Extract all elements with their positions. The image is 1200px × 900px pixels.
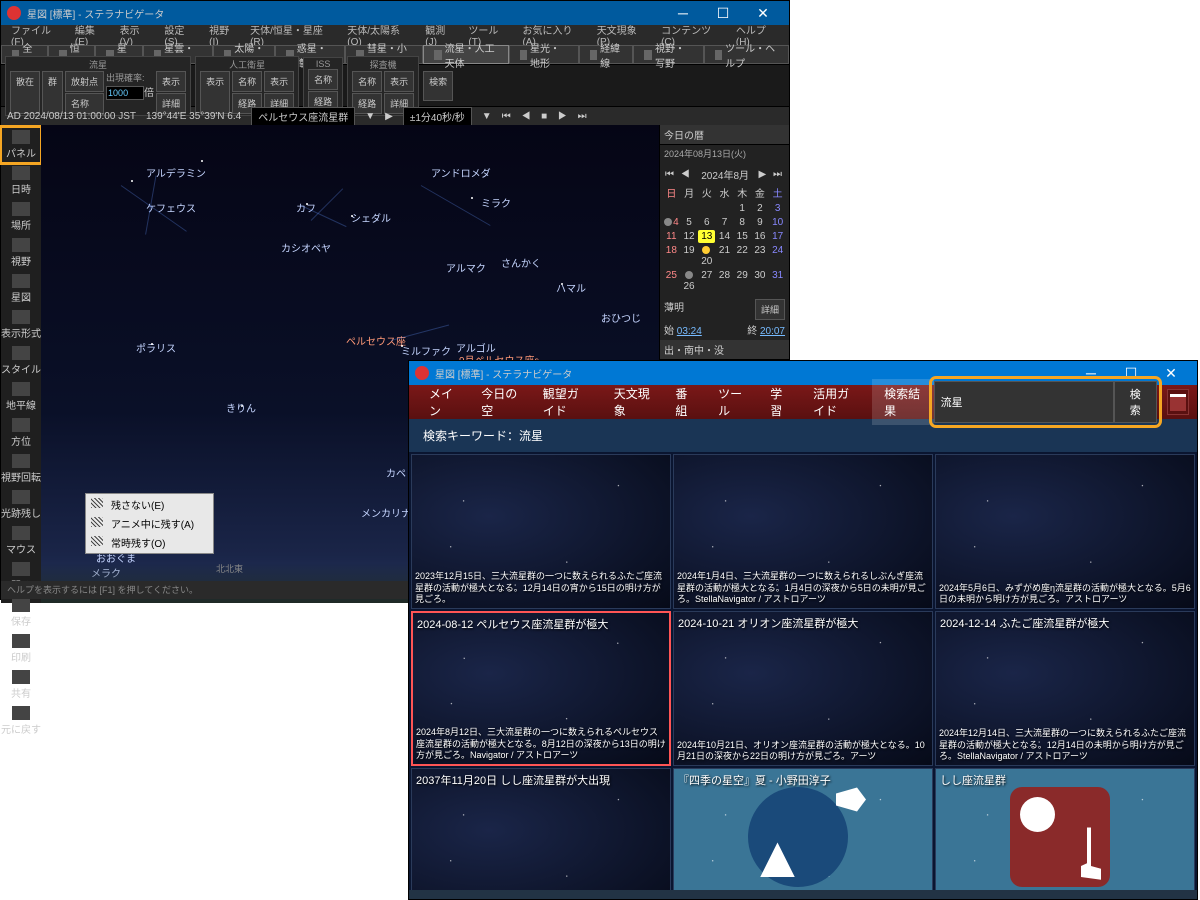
playback-controls[interactable]: ⏮ ◀ ■ ▶ ⏭ [502,111,591,122]
label-cassiopeia: カシオペヤ [281,240,331,255]
label-mirfak: ミルファク [401,343,451,358]
nav-events[interactable]: 天文現象 [602,379,664,425]
label-ohitsuji: おひつじ [601,310,641,325]
calendar-grid[interactable]: 日月火水木金土 123 45678910 11121314151617 1819… [663,184,786,293]
result-card[interactable]: 2024年5月6日、みずがめ座η流星群の活動が極大となる。5月6日の未明から明け… [935,454,1195,609]
btn-search-tool[interactable]: 検索 [423,71,453,101]
nav-results[interactable]: 検索結果 [872,379,934,425]
btn-show2[interactable]: 表示 [200,71,230,114]
calendar-icon[interactable] [1167,389,1189,415]
btn-twilight-detail[interactable]: 詳細 [755,299,785,320]
btn-radiant[interactable]: 放射点 [65,71,104,92]
almanac-title: 今日の暦 [660,125,789,145]
result-card[interactable]: 2024年1月4日、三大流星群の一つに数えられるしぶんぎ座流星群の活動が極大とな… [673,454,933,609]
label-andromeda: アンドロメダ [431,165,491,180]
cal-month: 2024年8月 [701,167,749,182]
result-card-selected[interactable]: 2024-08-12 ペルセウス座流星群が極大2024年8月12日、三大流星群の… [411,611,671,766]
sub-close-button[interactable]: ✕ [1151,361,1191,385]
nav-learn[interactable]: 学習 [758,379,801,425]
side-panel[interactable]: パネル [1,127,41,163]
cal-next[interactable]: ▶ ⏭ [759,169,784,180]
cal-prev[interactable]: ⏮ ◀ [665,169,692,180]
result-card[interactable]: 2023年12月15日、三大流星群の一つに数えられるふたご座流星群の活動が極大と… [411,454,671,609]
label-perseus: ペルセウス座 [346,333,406,348]
input-probability[interactable] [106,86,144,100]
side-rotate[interactable]: 視野回転 [1,451,41,487]
side-print[interactable]: 印刷 [1,631,41,667]
side-horizon[interactable]: 地平線 [1,379,41,415]
side-location[interactable]: 場所 [1,199,41,235]
main-window-title: 星図 [標準] - ステラナビゲータ [27,6,164,21]
nav-guide[interactable]: 観望ガイド [531,379,602,425]
tab-meteors[interactable]: 流星・人工天体 [423,45,508,64]
side-mouse[interactable]: マウス [1,523,41,559]
nav-tools[interactable]: ツール [706,379,758,425]
ctx-always[interactable]: 常時残す(O) [87,533,212,552]
side-undo[interactable]: 元に戻す [1,703,41,739]
label-almach: アルマク [446,260,486,275]
result-card[interactable]: 2024-12-14 ふたご座流星群が極大2024年12月14日、三大流星群の一… [935,611,1195,766]
search-button[interactable]: 検索 [1114,381,1157,423]
status-combo[interactable]: ペルセウス座流星群 [251,107,355,126]
status-speed[interactable]: ±1分40秒/秒 [403,107,472,126]
btn-name2[interactable]: 名称 [232,71,262,92]
status-date: AD 2024/08/13 01:00:00 JST [7,111,136,122]
riseset-title: 出・南中・没 [660,340,789,360]
results-grid[interactable]: 2023年12月15日、三大流星群の一つに数えられるふたご座流星群の活動が極大と… [409,452,1197,890]
tab-toolhelp[interactable]: ツール・ヘルプ [704,45,789,64]
side-chart[interactable]: 星図 [1,271,41,307]
status-coord: 139°44'E 35°39'N 6.4 [146,111,241,122]
tab-starlight[interactable]: 星光・地形 [509,45,579,64]
ribbon-toolbar: 流星 散在 群 放射点 名称 出現確率: 倍 表示 詳細 人工衛星 [1,65,789,107]
search-window: 星図 [標準] - ステラナビゲータ ─ ☐ ✕ メイン 今日の空 観望ガイド … [408,360,1198,900]
btn-gun[interactable]: 群 [42,71,63,114]
ctx-none[interactable]: 残さない(E) [87,495,212,514]
btn-name5[interactable]: 名称 [352,71,382,92]
btn-name4[interactable]: 名称 [308,69,338,90]
nav-today[interactable]: 今日の空 [469,379,531,425]
side-share[interactable]: 共有 [1,667,41,703]
almanac-date: 2024年08月13日(火) [660,145,789,162]
btn-show5[interactable]: 表示 [384,71,414,92]
nav-main[interactable]: メイン [417,379,469,425]
label-shedar: シェダル [351,210,391,225]
result-card-audio[interactable]: 『四季の星空』夏 - 小野田淳子 [673,768,933,890]
app-icon [415,366,429,380]
nav-bar: メイン 今日の空 観望ガイド 天文現象 番組 ツール 学習 活用ガイド 検索結果… [409,385,1197,419]
label-kabe: カペ [386,465,406,480]
search-box: 検索 [934,381,1157,423]
side-save[interactable]: 保存 [1,595,41,631]
nav-use[interactable]: 活用ガイド [801,379,872,425]
label-mirach: ミラク [481,195,511,210]
trail-context-menu: 残さない(E) アニメ中に残す(A) 常時残す(O) [85,493,214,554]
horizon-label: 北北東 [216,562,243,575]
side-datetime[interactable]: 日時 [1,163,41,199]
search-input[interactable] [934,381,1114,423]
side-style[interactable]: スタイル [1,343,41,379]
app-icon [7,6,21,20]
group-iss: ISS 名称 経路 [303,57,343,114]
btn-sanzai[interactable]: 散在 [10,71,40,114]
btn-show1[interactable]: 表示 [156,71,186,92]
tab-fov2[interactable]: 視野・写野 [633,45,703,64]
side-trail[interactable]: 光跡残し [1,487,41,523]
side-fov[interactable]: 視野 [1,235,41,271]
ctx-anim[interactable]: アニメ中に残す(A) [87,514,212,533]
group-meteor: 流星 散在 群 放射点 名称 出現確率: 倍 表示 詳細 [5,56,191,116]
label-kirin: きりん [226,400,256,415]
side-display[interactable]: 表示形式 [1,307,41,343]
result-card-media[interactable]: しし座流星群 [935,768,1195,890]
side-direction[interactable]: 方位 [1,415,41,451]
nav-show[interactable]: 番組 [663,379,706,425]
label-polaris: ポラリス [136,340,176,355]
label-sankaku: さんかく [501,255,541,270]
tab-grid[interactable]: 経緯線 [579,45,634,64]
result-card[interactable]: 2024-10-21 オリオン座流星群が極大2024年10月21日、オリオン座流… [673,611,933,766]
result-card[interactable]: 2037年11月20日 しし座流星群が大出現2037年11月20日未明、しし座流… [411,768,671,890]
sidebar: パネル 日時 場所 視野 星図 表示形式 スタイル 地平線 方位 視野回転 光跡… [1,125,41,603]
btn-show3[interactable]: 表示 [264,71,294,92]
